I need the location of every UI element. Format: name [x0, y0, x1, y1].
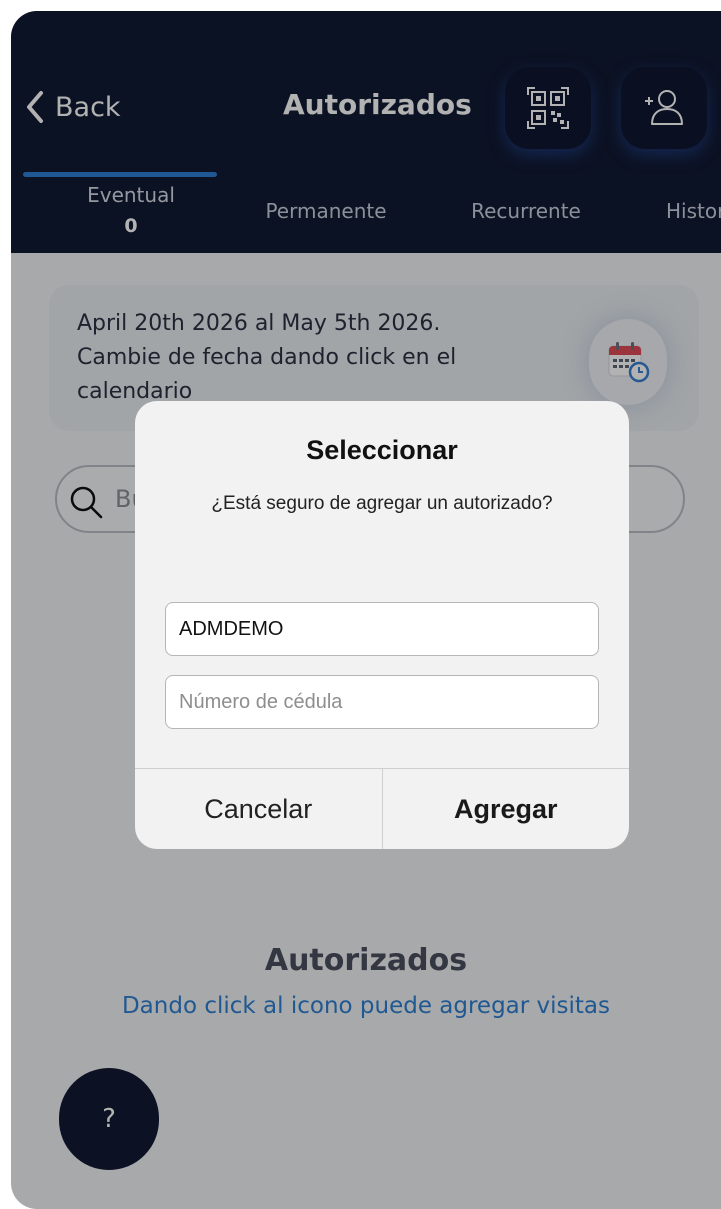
cedula-field[interactable] [165, 675, 599, 729]
name-field[interactable] [165, 602, 599, 656]
dialog-title: Seleccionar [306, 435, 458, 465]
cancel-button[interactable]: Cancelar [135, 769, 383, 849]
app-screen: Back Autorizados Eventual 0 Permanente R… [11, 11, 721, 1209]
add-button[interactable]: Agregar [383, 769, 630, 849]
dialog-message: ¿Está seguro de agregar un autorizado? [211, 493, 553, 514]
dialog-actions: Cancelar Agregar [135, 768, 629, 849]
confirm-dialog: Seleccionar ¿Está seguro de agregar un a… [135, 401, 629, 849]
